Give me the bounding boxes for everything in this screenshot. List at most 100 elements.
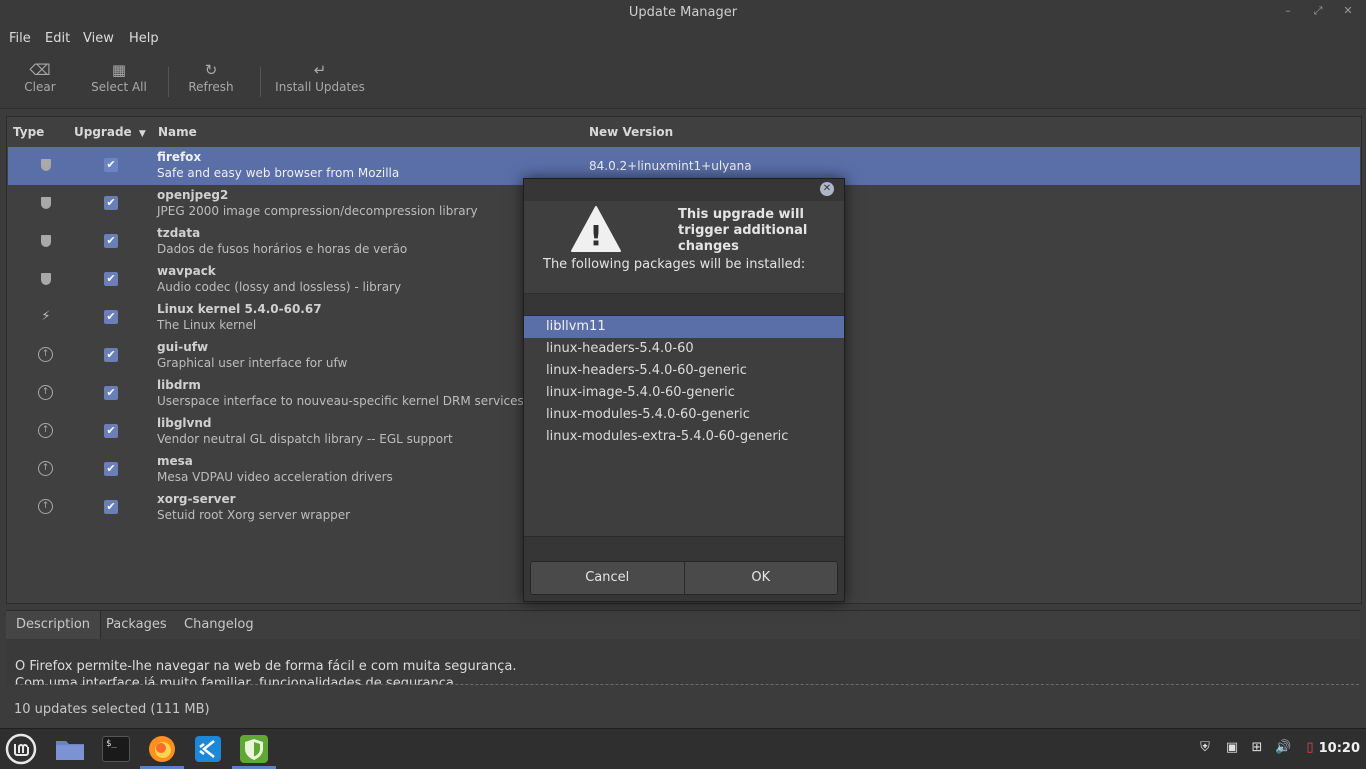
- warning-glyph: !: [590, 219, 603, 252]
- upgrade-checkbox[interactable]: ✔: [104, 348, 118, 362]
- clipboard-icon[interactable]: ▣: [1224, 740, 1240, 756]
- dialog-buttons: Cancel OK: [530, 561, 838, 595]
- package-name: openjpeg2: [157, 188, 229, 202]
- package-name: libdrm: [157, 378, 201, 392]
- upgrade-checkbox[interactable]: ✔: [104, 500, 118, 514]
- package-name: mesa: [157, 454, 193, 468]
- shield-icon: [38, 271, 54, 287]
- package-name: Linux kernel 5.4.0-60.67: [157, 302, 322, 316]
- menu-help[interactable]: Help: [129, 31, 159, 46]
- packages-list[interactable]: libllvm11 linux-headers-5.4.0-60 linux-h…: [524, 315, 844, 537]
- list-item[interactable]: linux-headers-5.4.0-60: [524, 338, 844, 360]
- package-label: linux-modules-extra-5.4.0-60-generic: [546, 429, 789, 444]
- upgrade-checkbox[interactable]: ✔: [104, 196, 118, 210]
- package-name: wavpack: [157, 264, 216, 278]
- shield-tray-icon[interactable]: ⛨: [1197, 740, 1213, 756]
- close-icon[interactable]: ✕: [820, 182, 834, 196]
- arrow-up-icon: ↑: [38, 347, 54, 363]
- list-item[interactable]: linux-modules-extra-5.4.0-60-generic: [524, 426, 844, 448]
- column-name[interactable]: Name: [158, 125, 197, 139]
- package-name: xorg-server: [157, 492, 236, 506]
- package-description: Safe and easy web browser from Mozilla: [157, 166, 400, 180]
- package-description: Userspace interface to nouveau-specific …: [157, 394, 537, 408]
- upgrade-checkbox[interactable]: ✔: [104, 272, 118, 286]
- upgrade-checkbox[interactable]: ✔: [104, 386, 118, 400]
- battery-icon[interactable]: ▯: [1302, 740, 1318, 756]
- dialog-message: The following packages will be installed…: [543, 257, 806, 272]
- package-description: JPEG 2000 image compression/decompressio…: [157, 204, 478, 218]
- divider: [15, 684, 1360, 685]
- mint-menu-icon[interactable]: [5, 733, 37, 765]
- package-label: linux-headers-5.4.0-60-generic: [546, 363, 747, 378]
- package-description: Dados de fusos horários e horas de verão: [157, 242, 408, 256]
- update-manager-icon[interactable]: [232, 733, 276, 769]
- list-item[interactable]: libllvm11: [524, 316, 844, 338]
- vscode-icon[interactable]: [192, 733, 224, 765]
- clear-button[interactable]: ⌫ Clear: [20, 60, 60, 94]
- clear-label: Clear: [24, 80, 56, 94]
- package-description: The Linux kernel: [157, 318, 257, 332]
- package-description: Vendor neutral GL dispatch library -- EG…: [157, 432, 453, 446]
- clock[interactable]: 10:20: [1319, 741, 1360, 756]
- shield-icon: [38, 233, 54, 249]
- tab-packages[interactable]: Packages: [96, 611, 177, 639]
- list-item[interactable]: linux-image-5.4.0-60-generic: [524, 382, 844, 404]
- toolbar-separator: [260, 67, 261, 97]
- menu-file[interactable]: File: [9, 31, 31, 46]
- package-label: linux-headers-5.4.0-60: [546, 341, 694, 356]
- menu-edit[interactable]: Edit: [45, 31, 70, 46]
- package-description: Setuid root Xorg server wrapper: [157, 508, 351, 522]
- column-type[interactable]: Type: [13, 125, 44, 139]
- files-icon[interactable]: [54, 733, 86, 765]
- upgrade-checkbox[interactable]: ✔: [104, 234, 118, 248]
- sort-down-icon: ▼: [138, 129, 146, 139]
- arrow-up-icon: ↑: [38, 423, 54, 439]
- minimize-button[interactable]: –: [1282, 4, 1294, 18]
- list-item[interactable]: linux-headers-5.4.0-60-generic: [524, 360, 844, 382]
- column-upgrade[interactable]: Upgrade ▼: [74, 125, 146, 139]
- list-item[interactable]: linux-modules-5.4.0-60-generic: [524, 404, 844, 426]
- column-new-version[interactable]: New Version: [589, 125, 673, 139]
- package-description: Graphical user interface for ufw: [157, 356, 348, 370]
- close-button[interactable]: ✕: [1342, 4, 1354, 18]
- package-label: linux-image-5.4.0-60-generic: [546, 385, 735, 400]
- network-icon[interactable]: ⊞: [1249, 740, 1265, 756]
- upgrade-checkbox[interactable]: ✔: [104, 462, 118, 476]
- terminal-icon[interactable]: $_: [100, 733, 132, 765]
- tab-changelog[interactable]: Changelog: [174, 611, 264, 639]
- upgrade-checkbox[interactable]: ✔: [104, 424, 118, 438]
- status-text: 10 updates selected (111 MB): [14, 702, 210, 717]
- additional-changes-dialog: ✕ ! This upgrade will trigger additional…: [523, 178, 845, 602]
- install-icon: ↵: [313, 61, 327, 79]
- refresh-button[interactable]: ↻ Refresh: [184, 60, 238, 94]
- firefox-icon[interactable]: [140, 733, 184, 769]
- package-description: Mesa VDPAU video acceleration drivers: [157, 470, 393, 484]
- lightning-icon: ⚡: [41, 309, 51, 324]
- install-updates-button[interactable]: ↵ Install Updates: [272, 60, 368, 94]
- column-upgrade-label: Upgrade: [74, 125, 132, 139]
- upgrade-checkbox[interactable]: ✔: [104, 158, 118, 172]
- menu-bar: File Edit View Help: [0, 26, 1366, 50]
- window-title: Update Manager: [628, 5, 738, 20]
- select-all-button[interactable]: ▦ Select All: [88, 60, 150, 94]
- refresh-label: Refresh: [188, 80, 234, 94]
- terminal-glyph: $_: [102, 736, 130, 762]
- menu-view[interactable]: View: [83, 31, 114, 46]
- ok-button[interactable]: OK: [683, 562, 837, 594]
- arrow-up-icon: ↑: [38, 385, 54, 401]
- volume-icon[interactable]: 🔊: [1275, 740, 1291, 756]
- package-description: Audio codec (lossy and lossless) - libra…: [157, 280, 402, 294]
- description-text: O Firefox permite-lhe navegar na web de …: [6, 639, 1360, 685]
- package-label: libllvm11: [546, 319, 606, 334]
- cancel-button[interactable]: Cancel: [531, 562, 684, 594]
- tab-description[interactable]: Description: [6, 611, 102, 639]
- package-name: tzdata: [157, 226, 201, 240]
- dialog-title: This upgrade will trigger additional cha…: [678, 207, 808, 254]
- package-name: firefox: [157, 150, 202, 164]
- upgrade-checkbox[interactable]: ✔: [104, 310, 118, 324]
- toolbar: ⌫ Clear ▦ Select All ↻ Refresh ↵ Install…: [0, 50, 1366, 109]
- dialog-header: ! This upgrade will trigger additional c…: [524, 201, 844, 294]
- clear-icon: ⌫: [29, 61, 51, 79]
- arrow-up-icon: ↑: [38, 461, 54, 477]
- maximize-button[interactable]: ⤢: [1312, 4, 1324, 18]
